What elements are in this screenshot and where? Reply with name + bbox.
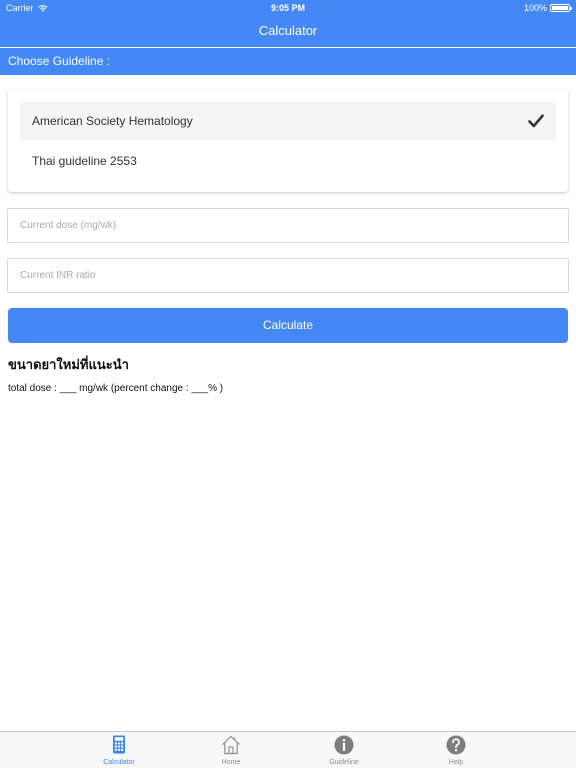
tab-guideline-label: Guideline: [329, 759, 359, 766]
tab-help-label: Help: [448, 759, 464, 766]
status-battery-group: 100%: [523, 0, 572, 16]
choose-guideline-header: Choose Guideline :: [0, 48, 576, 75]
checkmark-icon: [528, 114, 544, 128]
tab-home[interactable]: Home: [191, 735, 271, 767]
tab-guideline[interactable]: Guideline: [304, 735, 384, 767]
battery-percent: 100%: [523, 3, 547, 13]
current-dose-input[interactable]: [7, 208, 569, 243]
page-title: Calculator: [258, 23, 318, 38]
calculate-button[interactable]: Calculate: [8, 308, 568, 343]
result-total-dose: total dose : ___ mg/wk (percent change :…: [8, 383, 224, 394]
tab-home-label: Home: [221, 759, 241, 766]
guideline-option-ash[interactable]: American Society Hematology: [20, 102, 556, 140]
home-icon: [222, 735, 240, 755]
help-icon: [446, 735, 466, 755]
current-inr-input[interactable]: [7, 258, 569, 293]
tab-calculator-label: Calculator: [103, 759, 135, 766]
status-time: 9:05 PM: [270, 3, 305, 13]
guideline-option-label: Thai guideline 2553: [32, 154, 137, 168]
status-bar: Carrier 9:05 PM 100%: [0, 0, 576, 16]
battery-icon: [550, 4, 572, 12]
calculator-icon: [113, 735, 125, 754]
tab-bar: Calculator Home Guideline Help: [0, 731, 576, 768]
tab-calculator[interactable]: Calculator: [79, 735, 159, 767]
result-heading: ขนาดยาใหม่ที่แนะนำ: [8, 358, 129, 373]
guideline-option-thai[interactable]: Thai guideline 2553: [20, 142, 556, 180]
tab-help[interactable]: Help: [416, 735, 496, 767]
guideline-option-label: American Society Hematology: [32, 114, 193, 128]
guideline-picker: American Society Hematology Thai guideli…: [8, 90, 568, 192]
app-header: Carrier 9:05 PM 100% Calculator: [0, 0, 576, 47]
info-icon: [334, 735, 354, 755]
calculator-screen: Carrier 9:05 PM 100% Calculator Choose G…: [0, 0, 576, 768]
